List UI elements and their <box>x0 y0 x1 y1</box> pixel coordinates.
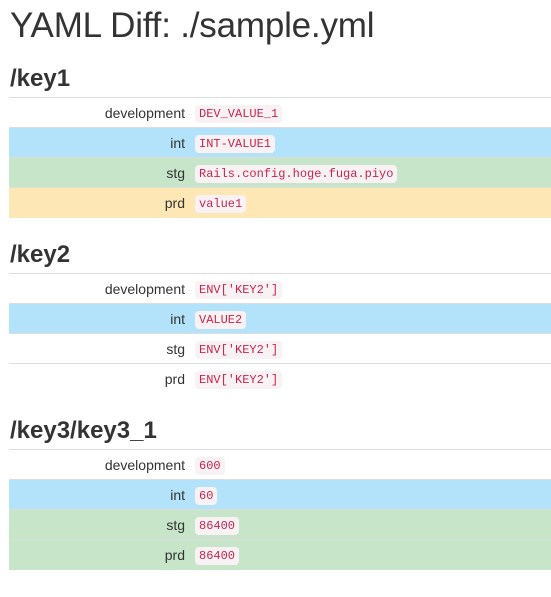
env-label: development <box>104 280 185 297</box>
table-row: development 600 <box>9 450 551 480</box>
value-code: value1 <box>195 195 247 213</box>
table-row: int INT-VALUE1 <box>9 128 551 158</box>
section-key2: /key2 development ENV['KEY2'] int VALUE2… <box>9 241 551 394</box>
page: YAML Diff: ./sample.yml /key1 developmen… <box>0 0 551 597</box>
env-label: int <box>170 310 185 327</box>
env-label: prd <box>164 195 185 211</box>
value-code: ENV['KEY2'] <box>195 280 283 299</box>
table-row: prd ENV['KEY2'] <box>9 364 551 394</box>
value-code: DEV_VALUE_1 <box>195 104 283 123</box>
env-label: development <box>104 456 185 473</box>
diff-table: development DEV_VALUE_1 int INT-VALUE1 s… <box>9 97 551 218</box>
table-row: prd value1 <box>9 188 551 218</box>
env-label: int <box>170 486 185 503</box>
env-label: stg <box>166 516 185 533</box>
section-key1: /key1 development DEV_VALUE_1 int INT-VA… <box>9 65 551 218</box>
env-label: stg <box>166 164 185 181</box>
value-code: ENV['KEY2'] <box>195 371 283 389</box>
value-code: Rails.config.hoge.fuga.piyo <box>195 164 398 183</box>
table-row: int VALUE2 <box>9 304 551 334</box>
env-label: int <box>170 134 185 151</box>
value-code: ENV['KEY2'] <box>195 340 283 359</box>
section-key3-key3-1: /key3/key3_1 development 600 int 60 stg … <box>9 417 551 570</box>
table-row: prd 86400 <box>9 540 551 570</box>
table-row: stg 86400 <box>9 510 551 540</box>
diff-table: development 600 int 60 stg 86400 prd 864… <box>9 449 551 570</box>
diff-table: development ENV['KEY2'] int VALUE2 stg E… <box>9 273 551 394</box>
section-heading: /key3/key3_1 <box>10 417 157 444</box>
value-code: VALUE2 <box>195 310 247 329</box>
value-code: 600 <box>195 456 225 475</box>
env-label: prd <box>164 371 185 387</box>
page-title: YAML Diff: ./sample.yml <box>10 6 375 45</box>
section-heading: /key1 <box>10 65 71 92</box>
table-row: development DEV_VALUE_1 <box>9 98 551 128</box>
value-code: 60 <box>195 486 218 505</box>
env-label: development <box>104 104 185 121</box>
section-heading: /key2 <box>10 241 71 268</box>
table-row: stg Rails.config.hoge.fuga.piyo <box>9 158 551 188</box>
table-row: int 60 <box>9 480 551 510</box>
value-code: INT-VALUE1 <box>195 134 276 153</box>
env-label: stg <box>166 340 185 357</box>
value-code: 86400 <box>195 516 240 535</box>
table-row: development ENV['KEY2'] <box>9 274 551 304</box>
env-label: prd <box>164 547 185 563</box>
value-code: 86400 <box>195 547 240 565</box>
table-row: stg ENV['KEY2'] <box>9 334 551 364</box>
